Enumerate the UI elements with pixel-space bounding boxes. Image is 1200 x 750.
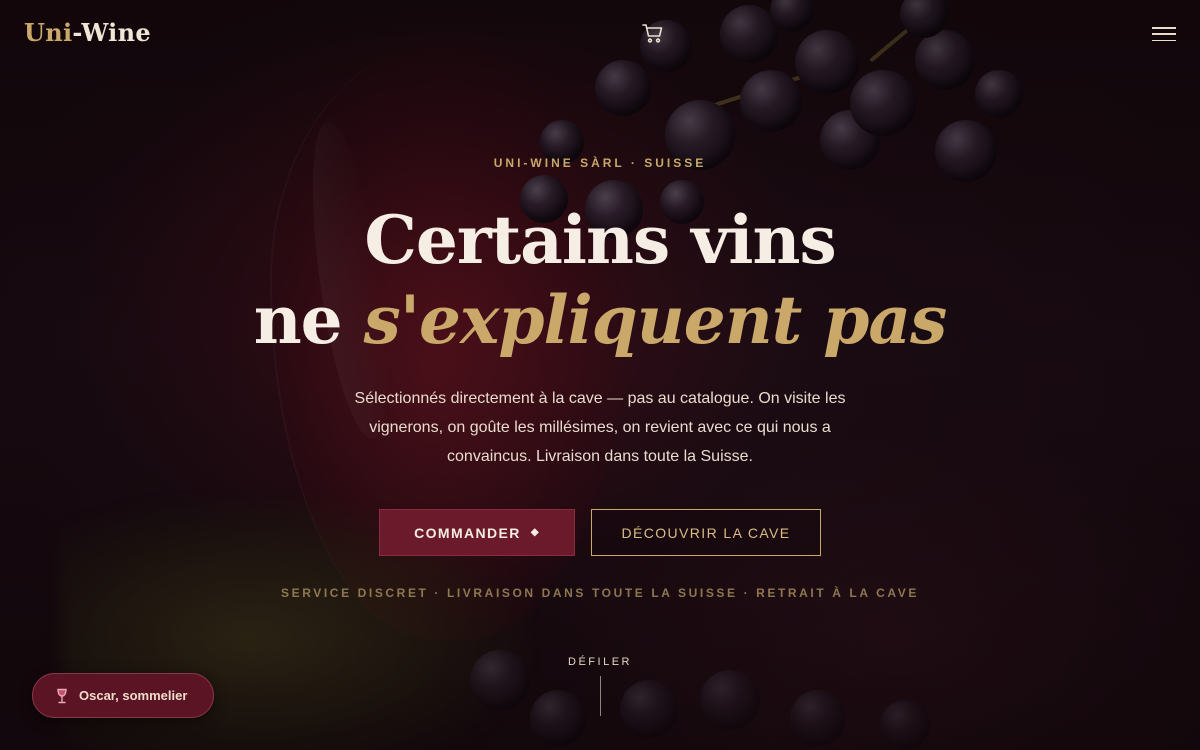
commander-button-label: COMMANDER bbox=[414, 524, 521, 541]
wine-glass-icon bbox=[55, 688, 69, 704]
brand-logo-part1: Uni bbox=[24, 18, 73, 47]
brand-logo[interactable]: Uni-Wine bbox=[24, 18, 151, 47]
site-header: Uni-Wine bbox=[0, 0, 1200, 70]
hero-lead-paragraph: Sélectionnés directement à la cave — pas… bbox=[354, 390, 846, 465]
hero-title-line1: Certains vins bbox=[364, 201, 836, 279]
decouvrir-cave-button[interactable]: DÉCOUVRIR LA CAVE bbox=[591, 509, 821, 556]
hamburger-menu-icon[interactable] bbox=[1150, 24, 1178, 44]
decouvrir-cave-button-label: DÉCOUVRIR LA CAVE bbox=[621, 524, 791, 541]
scroll-label: DÉFILER bbox=[568, 656, 632, 668]
hero-eyebrow: UNI-WINE SÀRL · SUISSE bbox=[493, 156, 707, 170]
sommelier-chat-button[interactable]: Oscar, sommelier bbox=[32, 673, 214, 718]
diamond-icon: ◆ bbox=[530, 527, 540, 538]
hero-actions: COMMANDER ◆ DÉCOUVRIR LA CAVE bbox=[0, 509, 1200, 556]
hero-title: Certains vins ne s'expliquent pas bbox=[0, 200, 1200, 360]
hero-title-line2-plain: ne bbox=[253, 281, 364, 359]
hero-section: UNI-WINE SÀRL · SUISSE Certains vins ne … bbox=[0, 150, 1200, 600]
shopping-cart-icon[interactable] bbox=[640, 20, 666, 46]
scroll-line bbox=[599, 676, 601, 716]
brand-logo-part2: -Wine bbox=[72, 18, 151, 47]
commander-button[interactable]: COMMANDER ◆ bbox=[379, 509, 575, 556]
hero-title-line2-accent: s'expliquent pas bbox=[363, 281, 948, 359]
sommelier-chat-label: Oscar, sommelier bbox=[79, 688, 188, 703]
trust-line: SERVICE DISCRET · LIVRAISON DANS TOUTE L… bbox=[281, 586, 919, 600]
